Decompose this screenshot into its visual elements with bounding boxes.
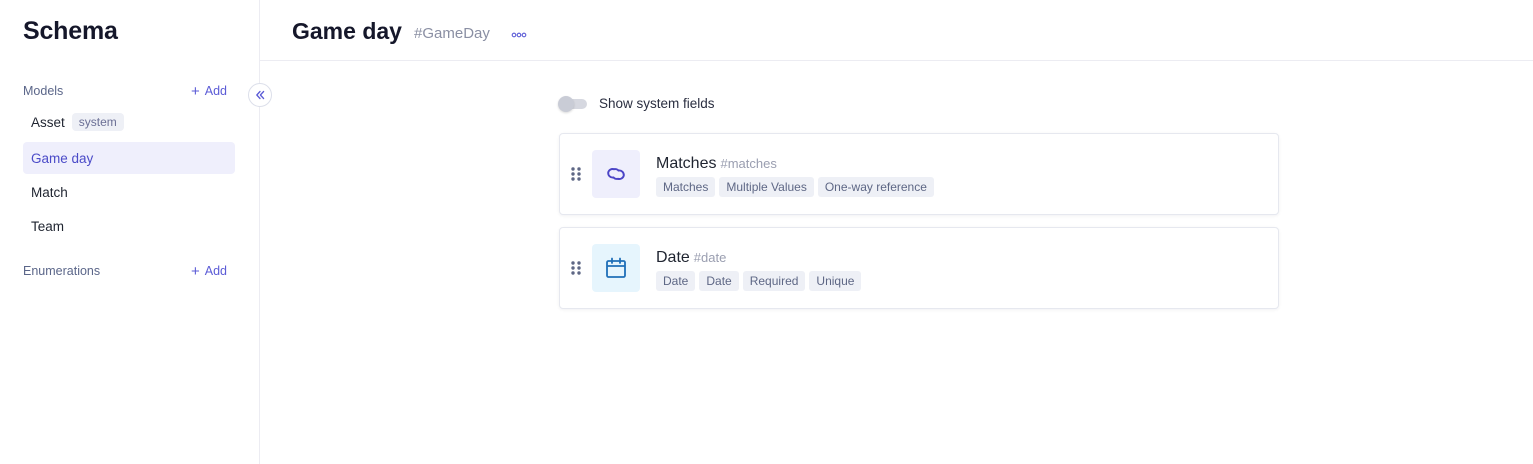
- field-tags: Date Date Required Unique: [656, 271, 862, 291]
- double-chevron-left-icon: [256, 90, 265, 100]
- add-enumeration-label: Add: [204, 264, 227, 278]
- field-card-date[interactable]: Date #date Date Date Required Unique: [559, 227, 1279, 309]
- sidebar-item-team[interactable]: Team: [23, 210, 235, 242]
- models-section-header: Models + Add: [23, 82, 227, 100]
- plus-icon: +: [190, 82, 200, 100]
- sidebar-item-label: Match: [31, 184, 68, 200]
- enumerations-label: Enumerations: [23, 264, 101, 278]
- field-card-matches[interactable]: Matches #matches Matches Multiple Values…: [559, 133, 1279, 215]
- schema-sidebar: Schema Models + Add Asset system Game da…: [0, 0, 260, 464]
- models-label: Models: [23, 84, 64, 98]
- sidebar-item-match[interactable]: Match: [23, 176, 235, 208]
- show-system-fields-toggle[interactable]: [558, 95, 587, 112]
- add-model-button[interactable]: + Add: [191, 84, 227, 99]
- field-tag: Matches: [656, 177, 716, 197]
- add-model-label: Add: [204, 84, 227, 98]
- sidebar-title: Schema: [23, 17, 118, 45]
- field-tag: Date: [699, 271, 739, 291]
- system-badge: system: [71, 113, 124, 131]
- page-title: Game day: [292, 18, 402, 44]
- add-enumeration-button[interactable]: + Add: [191, 264, 227, 279]
- sidebar-item-label: Asset: [31, 114, 65, 130]
- collapse-sidebar-button[interactable]: [248, 83, 272, 107]
- more-horizontal-icon: [511, 32, 527, 38]
- sidebar-item-asset[interactable]: Asset system: [23, 106, 235, 138]
- sidebar-item-label: Team: [31, 218, 65, 234]
- field-tag: Date: [656, 271, 696, 291]
- page-header: Game day #GameDay: [260, 0, 1533, 61]
- sidebar-item-game-day[interactable]: Game day: [23, 142, 235, 174]
- field-title-row: Matches #matches: [656, 155, 777, 173]
- field-api-id: #date: [693, 250, 727, 265]
- plus-icon: +: [190, 262, 200, 280]
- drag-handle-icon[interactable]: [570, 260, 582, 276]
- calendar-icon: [592, 244, 640, 292]
- field-tag: Unique: [809, 271, 862, 291]
- show-system-fields-label: Show system fields: [599, 96, 715, 111]
- sidebar-item-label: Game day: [31, 150, 94, 166]
- link-icon: [592, 150, 640, 198]
- field-api-id: #matches: [720, 156, 777, 171]
- field-name: Matches: [656, 155, 717, 172]
- field-tag: One-way reference: [817, 177, 934, 197]
- model-api-id: #GameDay: [414, 25, 490, 42]
- field-title-row: Date #date: [656, 249, 726, 267]
- field-tag: Required: [742, 271, 806, 291]
- drag-handle-icon[interactable]: [570, 166, 582, 182]
- more-options-button[interactable]: [510, 26, 528, 42]
- toggle-knob: [558, 95, 574, 112]
- show-system-fields-row: Show system fields: [558, 95, 715, 112]
- field-tag: Multiple Values: [719, 177, 814, 197]
- field-tags: Matches Multiple Values One-way referenc…: [656, 177, 934, 197]
- enumerations-section-header: Enumerations + Add: [23, 262, 227, 280]
- field-name: Date: [656, 249, 690, 266]
